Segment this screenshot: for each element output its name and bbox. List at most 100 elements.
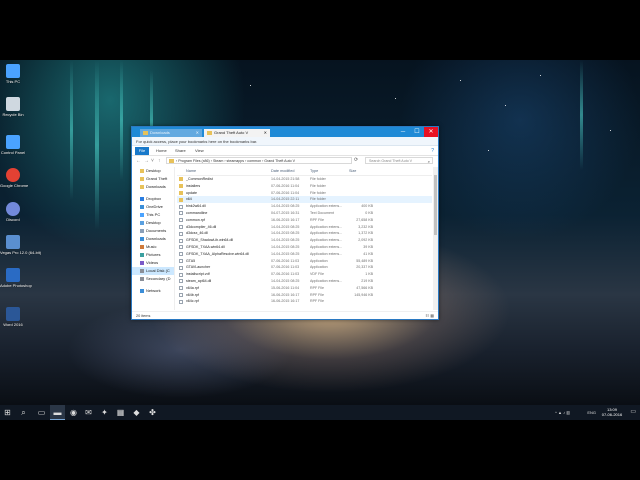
file-type: RPF File bbox=[310, 285, 324, 290]
file-row[interactable]: commandline 04-07-2015 16:31 Text Document… bbox=[177, 210, 432, 217]
file-row[interactable]: GFSDK_TXAA_AlphaResolve.win64.dll 14-04-2… bbox=[177, 251, 432, 258]
ribbon-tab-view[interactable]: View bbox=[195, 147, 204, 155]
aurora-streak bbox=[580, 60, 583, 170]
nav-item[interactable]: Desktop bbox=[132, 167, 174, 175]
file-type: RPF File bbox=[310, 217, 324, 222]
file-row[interactable]: update 07-06-2016 11:04 File folder bbox=[177, 190, 432, 197]
search-input[interactable]: Search Grand Theft Auto V ⌕ bbox=[365, 157, 433, 164]
windows-start-icon[interactable]: ⊞ bbox=[0, 405, 15, 420]
nav-item[interactable]: Secondary (D bbox=[132, 275, 174, 283]
scrollbar-thumb[interactable] bbox=[434, 175, 437, 235]
task-view-icon[interactable]: ▭ bbox=[34, 405, 49, 420]
file-row[interactable]: bink2w64.dll 14-04-2015 08:25 Application … bbox=[177, 203, 432, 210]
nav-item[interactable]: Dropbox bbox=[132, 195, 174, 203]
file-row[interactable]: d3dcsx_46.dll 14-04-2015 08:25 Application… bbox=[177, 230, 432, 237]
clock[interactable]: 13:09 07-06-2016 bbox=[600, 407, 624, 417]
app-icon[interactable]: ◆ bbox=[129, 405, 144, 420]
nav-item[interactable]: Desktop bbox=[132, 219, 174, 227]
maximize-button[interactable]: ☐ bbox=[410, 127, 424, 137]
nav-item-label: Dropbox bbox=[146, 196, 162, 201]
title-bar[interactable]: Downloads ✕ Grand Theft Auto V ✕ ─ ☐ ✕ bbox=[132, 127, 438, 137]
forward-arrow-icon[interactable]: → bbox=[144, 157, 149, 165]
nav-item[interactable]: Network bbox=[132, 287, 174, 295]
nav-item[interactable]: OneDrive bbox=[132, 203, 174, 211]
file-row[interactable]: GFSDK_ShadowLib.win64.dll 14-04-2015 08:2… bbox=[177, 237, 432, 244]
file-type: Application extens... bbox=[310, 238, 343, 243]
help-icon[interactable]: ? bbox=[431, 147, 434, 155]
file-explorer-icon[interactable]: ▬ bbox=[50, 405, 65, 420]
nav-item[interactable]: Local Disk (C bbox=[132, 267, 174, 275]
file-row[interactable]: _CommonRedist 14-04-2015 21:58 File folder bbox=[177, 176, 432, 183]
file-row[interactable]: x64a.rpf 15-06-2016 11:04 RPF File 47,566 K… bbox=[177, 285, 432, 292]
desktop-shortcut[interactable]: Control Panel bbox=[0, 135, 26, 155]
ribbon-tab-home[interactable]: Home bbox=[156, 147, 167, 155]
nav-item[interactable]: Downloads bbox=[132, 183, 174, 191]
desktop-shortcut[interactable]: Discord bbox=[0, 202, 26, 222]
tab-grand-theft-auto-v[interactable]: Grand Theft Auto V ✕ bbox=[204, 129, 270, 137]
tab-downloads[interactable]: Downloads ✕ bbox=[140, 129, 202, 137]
column-header-size[interactable]: Size bbox=[349, 167, 356, 175]
file-row[interactable]: steam_api64.dll 14-04-2015 08:25 Applicati… bbox=[177, 278, 432, 285]
recent-locations-chevron-icon[interactable]: ˅ bbox=[151, 157, 154, 165]
column-header-date-modified[interactable]: Date modified bbox=[271, 167, 294, 175]
minimize-button[interactable]: ─ bbox=[396, 127, 410, 137]
file-icon bbox=[179, 211, 183, 216]
column-header-name[interactable]: Name bbox=[186, 167, 196, 175]
desktop-shortcut[interactable]: Adobe Photoshop bbox=[0, 268, 32, 288]
view-toggle-icons[interactable]: ☷ ▦ bbox=[426, 314, 434, 318]
word-icon bbox=[6, 307, 20, 321]
ribbon-file-tab[interactable]: File bbox=[135, 147, 149, 155]
desktop-shortcut[interactable]: Google Chrome bbox=[0, 168, 28, 188]
file-row[interactable]: GTAVLauncher 07-06-2016 11:03 Application 2… bbox=[177, 264, 432, 271]
file-name: commandline bbox=[186, 210, 208, 215]
folder-icon bbox=[169, 159, 174, 163]
nav-item[interactable]: Music bbox=[132, 243, 174, 251]
calculator-icon[interactable]: ▦ bbox=[113, 405, 128, 420]
chrome-icon[interactable]: ◉ bbox=[66, 405, 81, 420]
desktop-shortcut[interactable]: Recycle Bin bbox=[0, 97, 26, 117]
desktop-shortcut[interactable]: Word 2016 bbox=[0, 307, 26, 327]
mail-icon[interactable]: ✉ bbox=[81, 405, 96, 420]
column-header-type[interactable]: Type bbox=[310, 167, 318, 175]
notification-center-icon[interactable]: ▭ bbox=[630, 405, 636, 420]
file-date-modified: 14-04-2015 08:25 bbox=[271, 238, 300, 243]
nav-item[interactable]: Downloads bbox=[132, 235, 174, 243]
close-button[interactable]: ✕ bbox=[424, 127, 438, 137]
tab-close-icon[interactable]: ✕ bbox=[196, 129, 199, 137]
file-list: Name Date modified Type Size _CommonRedi… bbox=[177, 167, 432, 310]
ribbon-tab-share[interactable]: Share bbox=[175, 147, 186, 155]
nav-item[interactable]: Pictures bbox=[132, 251, 174, 259]
file-row[interactable]: x64 14-04-2015 22:11 File folder bbox=[177, 196, 432, 204]
address-row: ← → ˅ ↑ › Program Files (x86) › Steam › … bbox=[132, 156, 438, 166]
refresh-icon[interactable]: ⟳ bbox=[354, 157, 358, 164]
search-icon[interactable]: ⌕ bbox=[16, 405, 31, 420]
game-icon[interactable]: ✤ bbox=[145, 405, 160, 420]
nav-item[interactable]: This PC bbox=[132, 211, 174, 219]
nav-item[interactable]: Grand Theft bbox=[132, 175, 174, 183]
file-row[interactable]: x64b.rpf 16-06-2015 16:17 RPF File 145,946 … bbox=[177, 292, 432, 299]
desktop-shortcut[interactable]: This PC bbox=[0, 64, 26, 84]
nav-item-label: Network bbox=[146, 288, 161, 293]
address-bar[interactable]: › Program Files (x86) › Steam › steamapp… bbox=[166, 157, 352, 164]
up-arrow-icon[interactable]: ↑ bbox=[158, 157, 161, 165]
vertical-scrollbar[interactable] bbox=[433, 167, 438, 310]
star bbox=[460, 80, 461, 81]
network-tool-icon[interactable]: ✦ bbox=[97, 405, 112, 420]
tab-close-icon[interactable]: ✕ bbox=[264, 129, 267, 137]
back-arrow-icon[interactable]: ← bbox=[136, 157, 141, 165]
desktop-shortcut[interactable]: Vegas Pro 12.0 (64-bit) bbox=[0, 235, 41, 255]
file-row[interactable]: d3dcompiler_46.dll 14-04-2015 08:25 Applic… bbox=[177, 224, 432, 231]
file-row[interactable]: GTA5 07-06-2016 11:03 Application 55,489 KB bbox=[177, 258, 432, 265]
file-row[interactable]: GFSDK_TXAA.win64.dll 14-04-2015 08:25 Appl… bbox=[177, 244, 432, 251]
file-row[interactable]: installscript.vdf 07-06-2016 11:03 VDF Fil… bbox=[177, 271, 432, 278]
file-icon bbox=[179, 272, 183, 277]
file-size: 2,092 KB bbox=[358, 238, 373, 243]
nav-item[interactable]: Videos bbox=[132, 259, 174, 267]
file-row[interactable]: installers 07-06-2016 11:04 File folder bbox=[177, 183, 432, 190]
pictures-icon bbox=[140, 253, 144, 257]
language-indicator[interactable]: ENG bbox=[587, 405, 596, 420]
tray-icons[interactable]: ^ ▲ ♪ ▥ bbox=[555, 405, 570, 420]
file-row[interactable]: common.rpf 16-06-2015 16:17 RPF File 27,658… bbox=[177, 217, 432, 224]
file-row[interactable]: x64c.rpf 16-06-2015 16:17 RPF File bbox=[177, 298, 432, 305]
nav-item[interactable]: Documents bbox=[132, 227, 174, 235]
